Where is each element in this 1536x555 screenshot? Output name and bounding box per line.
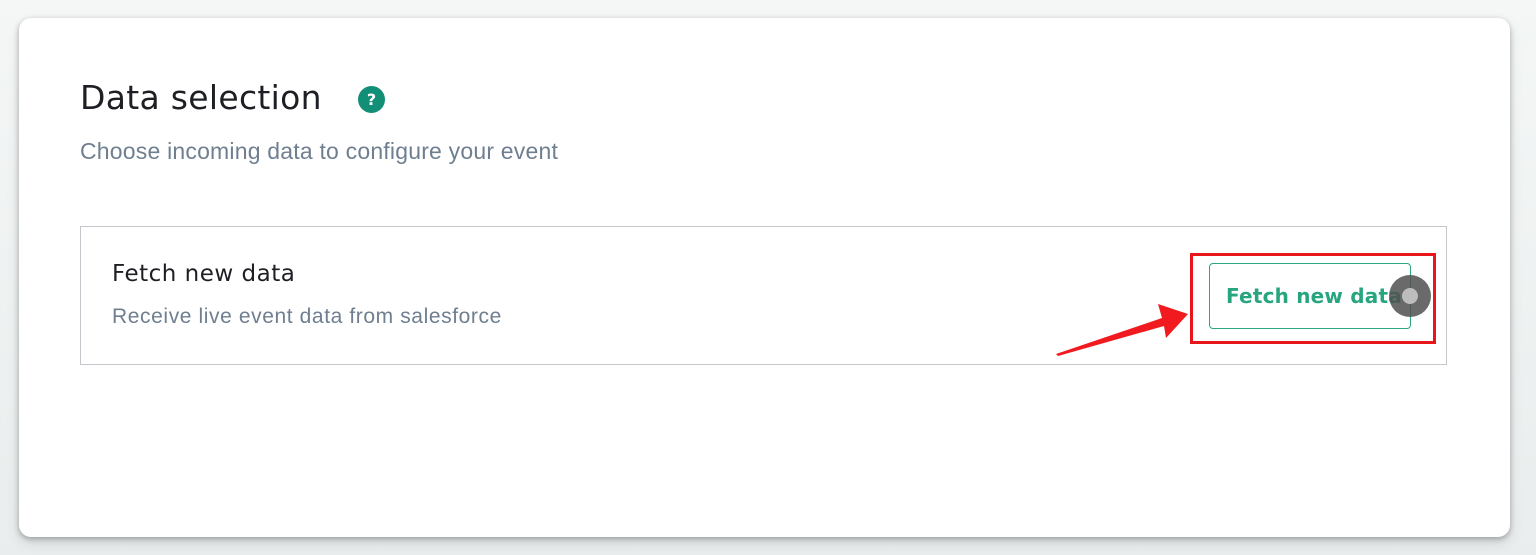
svg-text:?: ? [367, 91, 376, 108]
cursor-indicator-icon [1389, 275, 1431, 317]
help-question-glyph: ? [367, 91, 376, 108]
page-subtitle: Choose incoming data to configure your e… [80, 138, 559, 164]
page-title: Data selection [80, 78, 322, 117]
fetch-panel-title: Fetch new data [112, 261, 296, 287]
help-question-icon[interactable]: ? [357, 85, 385, 113]
card-header: Data selection ? Choose incoming data to… [80, 76, 558, 165]
arrow-right-icon [1056, 304, 1188, 356]
fetch-panel-description: Receive live event data from salesforce [112, 305, 502, 328]
cursor-indicator-center [1402, 288, 1418, 304]
title-row: Data selection ? [80, 76, 558, 120]
page-background: Data selection ? Choose incoming data to… [0, 0, 1536, 555]
